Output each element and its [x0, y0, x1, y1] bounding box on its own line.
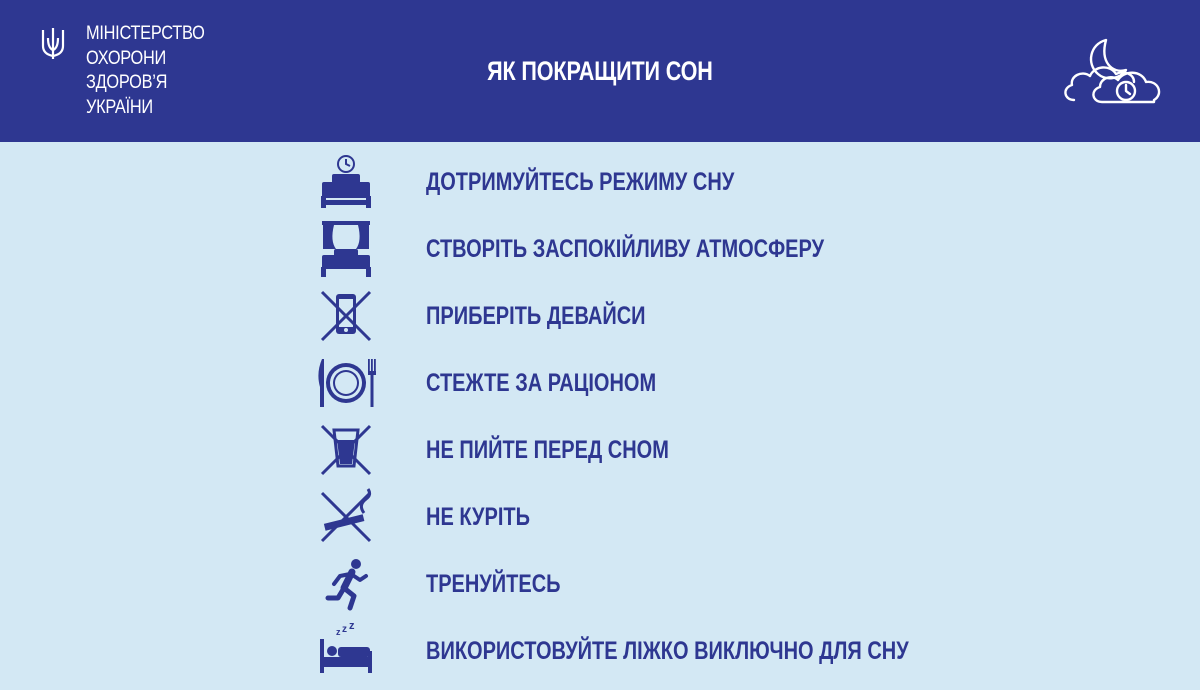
running-person-icon [325, 559, 368, 611]
tip-label: ПРИБЕРІТЬ ДЕВАЙСИ [426, 302, 646, 330]
ministry-line: УКРАЇНИ [86, 96, 153, 118]
tip-row: НЕ КУРІТЬ [0, 487, 1200, 547]
ministry-line: МІНІСТЕРСТВО [86, 23, 205, 44]
svg-text:z: z [336, 627, 341, 637]
tip-row: НЕ ПИЙТЕ ПЕРЕД СНОМ [0, 420, 1200, 480]
sleeping-bed-icon: z z z [320, 621, 372, 673]
trident-emblem-icon [41, 28, 65, 59]
tip-row: ПРИБЕРІТЬ ДЕВАЙСИ [0, 286, 1200, 346]
moon-cloud-clock-icon [1064, 38, 1161, 104]
no-drink-icon [320, 424, 372, 476]
bed-curtains-icon [321, 221, 371, 277]
tip-row: ТРЕНУЙТЕСЬ [0, 554, 1200, 614]
page-title-text: ЯК ПОКРАЩИТИ СОН [487, 56, 713, 86]
tip-row: СТЕЖТЕ ЗА РАЦІОНОМ [0, 353, 1200, 413]
page-title: ЯК ПОКРАЩИТИ СОН [0, 56, 1200, 87]
tip-label: СТЕЖТЕ ЗА РАЦІОНОМ [426, 369, 657, 397]
tip-label: СТВОРІТЬ ЗАСПОКІЙЛИВУ АТМОСФЕРУ [426, 235, 825, 263]
tip-row: СТВОРІТЬ ЗАСПОКІЙЛИВУ АТМОСФЕРУ [0, 219, 1200, 279]
no-smoking-icon [320, 488, 372, 543]
no-phone-icon [320, 290, 372, 342]
tip-label: ТРЕНУЙТЕСЬ [426, 570, 561, 598]
tip-label: ВИКОРИСТОВУЙТЕ ЛІЖКО ВИКЛЮЧНО ДЛЯ СНУ [426, 637, 909, 665]
tip-label: НЕ КУРІТЬ [426, 503, 530, 531]
tip-label: НЕ ПИЙТЕ ПЕРЕД СНОМ [426, 436, 669, 464]
plate-cutlery-icon [318, 359, 376, 407]
tip-row: ДОТРИМУЙТЕСЬ РЕЖИМУ СНУ [0, 152, 1200, 212]
tip-row: z z z ВИКОРИСТОВУЙТЕ ЛІЖКО ВИКЛЮЧНО ДЛЯ … [0, 621, 1200, 681]
header-banner: МІНІСТЕРСТВО ОХОРОНИ ЗДОРОВ’Я УКРАЇНИ ЯК… [0, 0, 1200, 142]
svg-text:z: z [349, 621, 355, 632]
bed-clock-icon [321, 155, 371, 208]
tip-label: ДОТРИМУЙТЕСЬ РЕЖИМУ СНУ [426, 168, 735, 196]
svg-text:z: z [342, 624, 347, 635]
